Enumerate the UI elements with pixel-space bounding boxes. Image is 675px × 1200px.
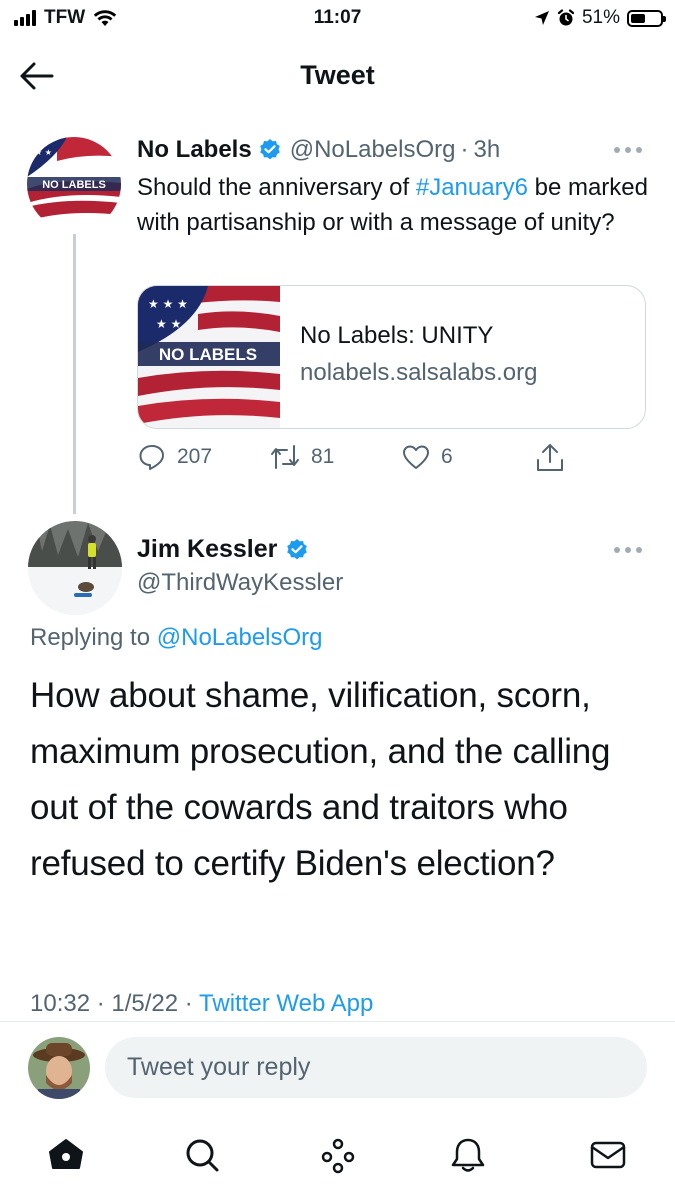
tweet-text-part: Should the anniversary of (137, 174, 416, 201)
tweet-date: 1/5/22 (111, 990, 179, 1017)
home-icon[interactable] (44, 1133, 88, 1177)
card-image: ★ ★ ★ ★ ★ NO LABELS (138, 286, 280, 428)
replying-to: Replying to @NoLabelsOrg (30, 624, 323, 652)
reply-author-name[interactable]: Jim Kessler (137, 535, 277, 564)
spaces-icon[interactable] (316, 1133, 360, 1177)
tweet-source-link[interactable]: Twitter Web App (199, 990, 373, 1017)
link-card[interactable]: ★ ★ ★ ★ ★ NO LABELS No Labels: UNITY nol… (137, 285, 646, 429)
page-title: Tweet (300, 60, 375, 90)
no-labels-avatar[interactable]: ★ ★ NO LABELS (27, 137, 121, 231)
tweet-timestamp: 10:32 (30, 990, 91, 1017)
hashtag-link[interactable]: #January6 (416, 174, 528, 201)
messages-icon[interactable] (586, 1133, 630, 1177)
heart-icon (403, 445, 429, 469)
thread-line (73, 234, 76, 514)
share-button[interactable] (535, 442, 565, 474)
notifications-icon[interactable] (446, 1133, 490, 1177)
user-avatar[interactable] (28, 1037, 90, 1099)
reply-tweet-text: How about shame, vilification, scorn, ma… (30, 676, 611, 883)
retweet-icon (271, 445, 299, 469)
more-options-icon[interactable] (614, 547, 644, 555)
original-tweet-header: No Labels @NoLabelsOrg · 3h (137, 136, 500, 164)
avatar-label: NO LABELS (42, 179, 106, 191)
reply-icon (139, 445, 164, 470)
reply-author-handle[interactable]: @ThirdWayKessler (137, 569, 343, 597)
header: Tweet (0, 44, 675, 108)
svg-text:★ ★ ★: ★ ★ ★ (148, 297, 188, 311)
alarm-icon (557, 9, 575, 26)
retweet-count: 81 (311, 445, 335, 468)
reply-input[interactable] (105, 1037, 647, 1098)
share-icon (537, 444, 563, 471)
status-bar: TFW 11:07 51% (0, 0, 675, 38)
more-options-icon[interactable] (614, 147, 644, 155)
retweet-button[interactable]: 81 (269, 442, 334, 472)
battery-percent: 51% (581, 7, 620, 28)
reply-author-row: Jim Kessler (137, 535, 317, 564)
replying-to-link[interactable]: @NoLabelsOrg (157, 624, 323, 651)
battery-icon (627, 9, 666, 27)
svg-text:★ ★: ★ ★ (35, 148, 52, 157)
author-name[interactable]: No Labels (137, 136, 252, 164)
reply-count: 207 (177, 445, 213, 468)
card-domain: nolabels.salsalabs.org (300, 359, 538, 386)
author-handle[interactable]: @NoLabelsOrg (290, 136, 456, 164)
verified-badge-icon (259, 139, 280, 160)
divider (0, 1021, 675, 1022)
tweet-meta: 10:32 · 1/5/22 · Twitter Web App (30, 990, 373, 1018)
replying-prefix: Replying to (30, 624, 157, 651)
like-button[interactable]: 6 (401, 442, 453, 472)
jim-kessler-avatar[interactable] (28, 521, 122, 615)
search-icon[interactable] (180, 1133, 224, 1177)
battery-fill (631, 13, 646, 23)
verified-badge-icon (287, 538, 308, 559)
meta-separator: · (178, 990, 200, 1017)
like-count: 6 (441, 445, 453, 468)
tweet-time: 3h (473, 136, 501, 163)
location-icon (534, 11, 549, 25)
card-title: No Labels: UNITY (300, 322, 494, 349)
separator: · (460, 136, 469, 163)
meta-separator: · (90, 990, 112, 1017)
card-image-label: NO LABELS (159, 345, 257, 364)
reply-button[interactable]: 207 (137, 442, 212, 472)
svg-text:★ ★: ★ ★ (156, 317, 181, 331)
original-tweet-text: Should the anniversary of #January6 be m… (137, 170, 652, 240)
bottom-nav (0, 1125, 675, 1189)
